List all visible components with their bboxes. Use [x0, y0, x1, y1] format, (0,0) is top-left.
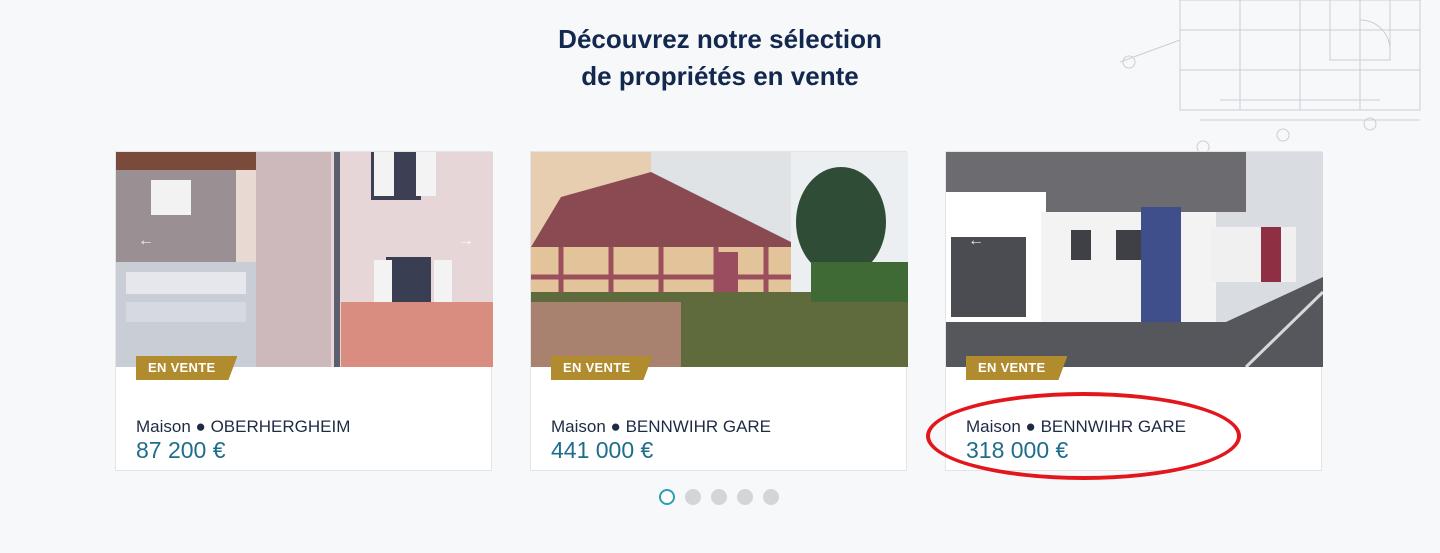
carousel-dot-3[interactable] [711, 489, 727, 505]
property-price: 318 000 € [966, 437, 1069, 463]
property-card[interactable]: ← EN VENTE Maison ● BENNWIHR GARE 318 00… [945, 151, 1323, 471]
property-type: Maison [136, 417, 191, 436]
property-city: OBERHERGHEIM [210, 417, 351, 436]
bullet-separator: ● [195, 417, 206, 436]
arrow-left-icon[interactable]: ← [968, 232, 984, 250]
property-title[interactable]: Maison ● OBERHERGHEIM [136, 417, 350, 437]
section-title-line2: de propriétés en vente [581, 61, 859, 91]
property-price: 441 000 € [551, 437, 654, 463]
carousel-pagination [659, 489, 779, 505]
carousel-dot-5[interactable] [763, 489, 779, 505]
property-type: Maison [551, 417, 606, 436]
status-badge: EN VENTE [136, 356, 237, 380]
bullet-separator: ● [1025, 417, 1036, 436]
section-title: Découvrez notre sélection de propriétés … [0, 21, 1440, 95]
property-photo[interactable]: ← [946, 152, 1323, 367]
property-title[interactable]: Maison ● BENNWIHR GARE [966, 417, 1186, 437]
property-card[interactable]: ← → EN VENTE Maison ● OBERHERGHEIM 87 20… [115, 151, 493, 471]
property-title[interactable]: Maison ● BENNWIHR GARE [551, 417, 771, 437]
property-type: Maison [966, 417, 1021, 436]
bullet-separator: ● [610, 417, 621, 436]
arrow-right-icon[interactable]: → [458, 232, 474, 250]
status-badge: EN VENTE [551, 356, 652, 380]
property-price: 87 200 € [136, 437, 226, 463]
carousel-dot-4[interactable] [737, 489, 753, 505]
property-city: BENNWIHR GARE [1040, 417, 1187, 436]
property-card[interactable]: EN VENTE Maison ● BENNWIHR GARE 441 000 … [530, 151, 908, 471]
status-badge: EN VENTE [966, 356, 1067, 380]
section-title-line1: Découvrez notre sélection [558, 24, 882, 54]
property-photo[interactable]: ← → [116, 152, 493, 367]
property-city: BENNWIHR GARE [625, 417, 772, 436]
carousel-dot-1[interactable] [659, 489, 675, 505]
arrow-left-icon[interactable]: ← [138, 232, 154, 250]
property-photo[interactable] [531, 152, 908, 367]
carousel-dot-2[interactable] [685, 489, 701, 505]
